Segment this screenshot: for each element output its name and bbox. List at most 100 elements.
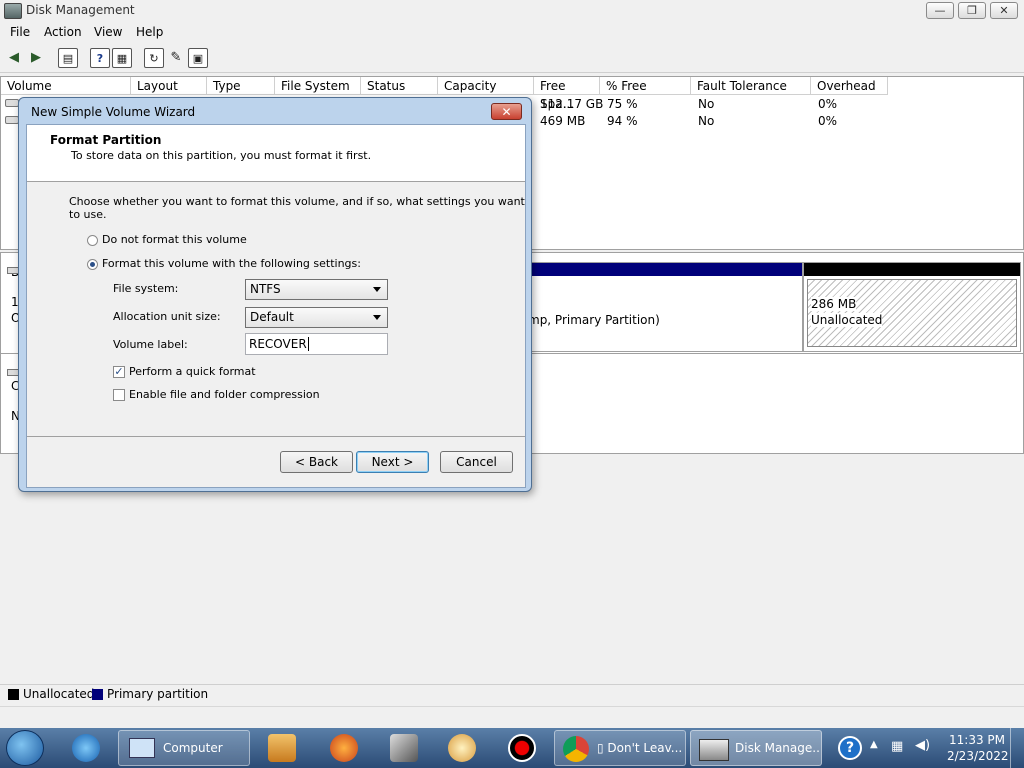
close-button[interactable]: ✕ — [990, 2, 1018, 19]
list-view-icon[interactable]: ▤ — [58, 48, 78, 68]
properties-icon[interactable]: ▦ — [112, 48, 132, 68]
media-player-icon[interactable] — [268, 734, 296, 762]
back-icon[interactable]: ◀ — [4, 48, 24, 68]
menu-action[interactable]: Action — [44, 25, 82, 39]
primary-partition-block[interactable]: mp, Primary Partition) — [528, 262, 803, 352]
chevron-down-icon — [373, 315, 381, 320]
help-icon[interactable]: ? — [90, 48, 110, 68]
col-status[interactable]: Status — [361, 77, 438, 95]
unallocated-swatch — [8, 689, 19, 700]
col-type[interactable]: Type — [207, 77, 275, 95]
primary-swatch — [92, 689, 103, 700]
menu-view[interactable]: View — [94, 25, 122, 39]
show-hidden-icons-icon[interactable]: ▲ — [870, 739, 878, 750]
dialog-title: New Simple Volume Wizard — [31, 105, 196, 119]
col-file-system[interactable]: File System — [275, 77, 361, 95]
volume-label-input[interactable]: RECOVER — [245, 333, 388, 355]
menu-file[interactable]: File — [10, 25, 30, 39]
cell-percent-free: 94 % — [607, 114, 638, 128]
dialog-close-button[interactable]: ✕ — [491, 103, 522, 120]
unallocated-label: Unallocated — [811, 313, 883, 327]
next-button[interactable]: Next > — [356, 451, 429, 473]
volume-label-label: Volume label: — [113, 338, 188, 351]
legend-unallocated: Unallocated — [23, 687, 95, 701]
taskbar-computer[interactable]: Computer — [118, 730, 250, 766]
radio-do-not-format[interactable] — [87, 235, 98, 246]
network-icon[interactable]: ▦ — [891, 739, 903, 754]
cell-percent-free: 75 % — [607, 97, 638, 111]
clock-date[interactable]: 2/23/2022 — [947, 749, 1009, 763]
radio-format-label[interactable]: Format this volume with the following se… — [102, 257, 361, 270]
compression-label[interactable]: Enable file and folder compression — [129, 388, 320, 401]
allocation-unit-select[interactable]: Default — [245, 307, 388, 328]
help-icon[interactable]: ? — [838, 736, 862, 760]
menu-bar: File Action View Help — [0, 22, 1024, 43]
clock-time[interactable]: 11:33 PM — [949, 733, 1005, 747]
radio-format[interactable] — [87, 259, 98, 270]
compression-checkbox[interactable] — [113, 389, 125, 401]
settings-icon[interactable]: ✎ — [166, 48, 186, 68]
unallocated-size: 286 MB — [811, 297, 857, 311]
col-overhead[interactable]: Overhead — [811, 77, 888, 95]
legend-primary: Primary partition — [107, 687, 209, 701]
file-system-label: File system: — [113, 282, 179, 295]
volume-label-value: RECOVER — [249, 337, 307, 351]
col-layout[interactable]: Layout — [131, 77, 207, 95]
status-bar — [0, 706, 1024, 729]
firefox-icon[interactable] — [330, 734, 358, 762]
menu-help[interactable]: Help — [136, 25, 163, 39]
cell-fault-tolerance: No — [698, 114, 715, 128]
quick-format-checkbox[interactable]: ✓ — [113, 366, 125, 378]
forward-icon[interactable]: ▶ — [26, 48, 46, 68]
toolbar: ◀ ▶ ▤ ? ▦ ↻ ✎ ▣ — [0, 44, 1024, 73]
allocation-unit-value: Default — [250, 310, 294, 324]
primary-partition-bar — [532, 263, 802, 276]
chevron-down-icon — [373, 287, 381, 292]
chrome-icon — [563, 736, 589, 762]
paint-icon[interactable] — [448, 734, 476, 762]
file-system-select[interactable]: NTFS — [245, 279, 388, 300]
col-volume[interactable]: Volume — [1, 77, 131, 95]
cancel-button[interactable]: Cancel — [440, 451, 513, 473]
col-capacity[interactable]: Capacity — [438, 77, 534, 95]
col-fault-tolerance[interactable]: Fault Tolerance — [691, 77, 811, 95]
unallocated-bar — [804, 263, 1020, 276]
new-simple-volume-wizard: New Simple Volume Wizard ✕ Format Partit… — [18, 97, 532, 492]
quick-format-label[interactable]: Perform a quick format — [129, 365, 256, 378]
start-button[interactable] — [6, 730, 44, 766]
internet-explorer-icon[interactable] — [72, 734, 100, 762]
microphone-icon[interactable] — [390, 734, 418, 762]
show-desktop-button[interactable] — [1010, 728, 1024, 768]
partition-description: mp, Primary Partition) — [528, 313, 660, 327]
file-system-value: NTFS — [250, 282, 281, 296]
cell-free-space: 469 MB — [540, 114, 586, 128]
taskbar-disk-management[interactable]: Disk Manage... — [690, 730, 822, 766]
unallocated-block[interactable]: 286 MB Unallocated — [803, 262, 1021, 352]
volume-icon — [5, 99, 19, 107]
disk-icon[interactable]: ▣ — [188, 48, 208, 68]
back-button[interactable]: < Back — [280, 451, 353, 473]
divider — [27, 436, 525, 437]
cell-free-space: 112.17 GB — [540, 97, 604, 111]
allocation-unit-label: Allocation unit size: — [113, 310, 221, 323]
window-title: Disk Management — [26, 3, 135, 17]
taskbar-chrome[interactable]: ▯ Don't Leav... — [554, 730, 686, 766]
record-icon[interactable] — [508, 734, 536, 762]
minimize-button[interactable]: — — [926, 2, 954, 19]
refresh-icon[interactable]: ↻ — [144, 48, 164, 68]
radio-do-not-format-label[interactable]: Do not format this volume — [102, 233, 247, 246]
format-prompt: Choose whether you want to format this v… — [69, 195, 525, 221]
taskbar-computer-label: Computer — [163, 741, 223, 755]
col-free-space[interactable]: Free Spa... — [534, 77, 600, 111]
maximize-button[interactable]: ❐ — [958, 2, 986, 19]
cell-overhead: 0% — [818, 97, 838, 111]
computer-icon — [129, 738, 155, 758]
dialog-heading: Format Partition — [50, 133, 162, 147]
window-titlebar: Disk Management — ❐ ✕ — [0, 0, 1024, 23]
disk-management-icon — [699, 739, 729, 761]
disk-management-icon — [4, 3, 22, 19]
col-percent-free[interactable]: % Free — [600, 77, 691, 95]
dialog-body: Format Partition To store data on this p… — [26, 124, 526, 488]
volume-icon[interactable]: ◀) — [915, 738, 930, 753]
cell-overhead: 0% — [818, 114, 838, 128]
